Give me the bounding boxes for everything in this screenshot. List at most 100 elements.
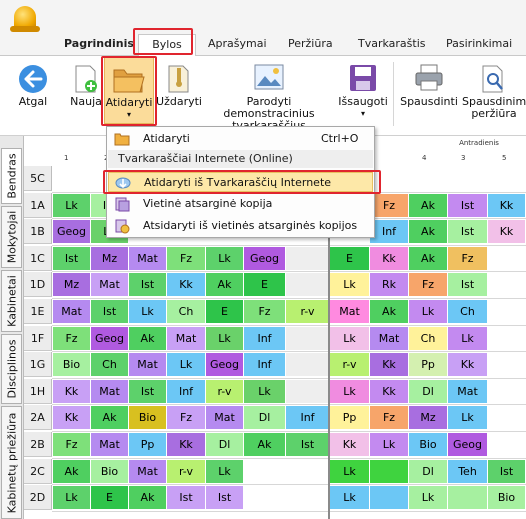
lesson-cell[interactable]: r-v: [286, 300, 330, 323]
lesson-cell[interactable]: Inf: [167, 379, 206, 403]
lesson-cell[interactable]: Lk: [244, 379, 286, 403]
lesson-cell[interactable]: Lk: [409, 300, 448, 323]
lesson-cell[interactable]: Mat: [91, 273, 129, 297]
lesson-cell[interactable]: Lk: [53, 193, 91, 217]
lesson-cell[interactable]: Ak: [129, 326, 167, 350]
lesson-cell[interactable]: Kk: [370, 379, 409, 403]
lesson-cell[interactable]: Kk: [370, 353, 409, 377]
lesson-cell[interactable]: Lk: [330, 326, 370, 350]
lesson-cell[interactable]: Lk: [129, 300, 167, 323]
lesson-cell[interactable]: Mat: [53, 300, 91, 323]
lesson-cell[interactable]: Dl: [206, 433, 244, 456]
lesson-cell[interactable]: r-v: [206, 379, 244, 403]
menu-item-open-backup[interactable]: Atsidaryti iš vietinės atsarginės kopijo…: [108, 216, 373, 236]
lesson-cell[interactable]: Bio: [91, 459, 129, 483]
lesson-cell[interactable]: r-v: [167, 459, 206, 483]
lesson-cell[interactable]: [286, 326, 330, 350]
lesson-cell[interactable]: Ak: [53, 459, 91, 483]
lesson-cell[interactable]: Lk: [330, 379, 370, 403]
vtab-disciplinos[interactable]: Disciplinos: [1, 334, 22, 404]
lesson-cell[interactable]: [488, 246, 526, 270]
lesson-cell[interactable]: Ak: [409, 220, 448, 244]
lesson-cell[interactable]: Kk: [370, 246, 409, 270]
lesson-cell[interactable]: Lk: [370, 433, 409, 456]
lesson-cell[interactable]: r-v: [330, 353, 370, 377]
lesson-cell[interactable]: Geog: [244, 246, 286, 270]
lesson-cell[interactable]: Mat: [91, 433, 129, 456]
lesson-cell[interactable]: [488, 379, 526, 403]
lesson-cell[interactable]: Lk: [206, 326, 244, 350]
lesson-cell[interactable]: Lk: [206, 246, 244, 270]
lesson-cell[interactable]: Kk: [488, 193, 526, 217]
lesson-cell[interactable]: Ist: [167, 486, 206, 510]
app-menu-button[interactable]: [10, 4, 40, 36]
lesson-cell[interactable]: Inf: [244, 326, 286, 350]
lesson-cell[interactable]: Fz: [370, 193, 409, 217]
close-file-button[interactable]: Uždaryti: [156, 56, 202, 134]
lesson-cell[interactable]: Dl: [409, 379, 448, 403]
lesson-cell[interactable]: Kk: [53, 406, 91, 430]
class-row-label[interactable]: 1H: [24, 378, 52, 404]
save-button[interactable]: Išsaugoti ▾: [336, 56, 390, 134]
lesson-cell[interactable]: Lk: [330, 486, 370, 510]
lesson-cell[interactable]: Ak: [409, 193, 448, 217]
lesson-cell[interactable]: Bio: [129, 406, 167, 430]
lesson-cell[interactable]: Ak: [206, 273, 244, 297]
vtab-bendras[interactable]: Bendras: [1, 148, 22, 204]
lesson-cell[interactable]: Ak: [91, 406, 129, 430]
tab-aprasymai[interactable]: Aprašymai: [208, 37, 267, 55]
back-button[interactable]: Atgal: [10, 56, 56, 134]
lesson-cell[interactable]: Geog: [206, 353, 244, 377]
class-row-label[interactable]: 2C: [24, 458, 52, 484]
lesson-cell[interactable]: Pp: [409, 353, 448, 377]
class-row-label[interactable]: 1A: [24, 192, 52, 218]
lesson-cell[interactable]: Kk: [448, 353, 488, 377]
lesson-cell[interactable]: Geog: [53, 220, 91, 244]
class-row-label[interactable]: 2B: [24, 432, 52, 457]
lesson-cell[interactable]: Mat: [129, 246, 167, 270]
lesson-cell[interactable]: Bio: [53, 353, 91, 377]
class-row-label[interactable]: 1B: [24, 219, 52, 245]
lesson-cell[interactable]: Pp: [129, 433, 167, 456]
lesson-cell[interactable]: Ch: [167, 300, 206, 323]
lesson-cell[interactable]: Mz: [53, 273, 91, 297]
lesson-cell[interactable]: Mat: [129, 353, 167, 377]
lesson-cell[interactable]: Kk: [330, 433, 370, 456]
lesson-cell[interactable]: [448, 486, 488, 510]
lesson-cell[interactable]: Fz: [53, 433, 91, 456]
vtab-kabinetu-prieziura[interactable]: Kabinetų priežiūra: [1, 406, 22, 519]
lesson-cell[interactable]: Ak: [409, 246, 448, 270]
lesson-cell[interactable]: Pp: [330, 406, 370, 430]
lesson-cell[interactable]: [488, 406, 526, 430]
lesson-cell[interactable]: Ist: [129, 379, 167, 403]
lesson-cell[interactable]: [286, 246, 330, 270]
lesson-cell[interactable]: Ch: [91, 353, 129, 377]
class-row-label[interactable]: 1F: [24, 325, 52, 351]
lesson-cell[interactable]: Mat: [91, 379, 129, 403]
lesson-cell[interactable]: [488, 273, 526, 297]
lesson-cell[interactable]: Ist: [448, 220, 488, 244]
lesson-cell[interactable]: Teh: [448, 459, 488, 483]
lesson-cell[interactable]: Kk: [488, 220, 526, 244]
print-preview-button[interactable]: Spausdinimo peržiūra: [462, 56, 526, 134]
print-button[interactable]: Spausdinti: [396, 56, 462, 134]
lesson-cell[interactable]: Fz: [409, 273, 448, 297]
lesson-cell[interactable]: Fz: [244, 300, 286, 323]
lesson-cell[interactable]: Lk: [330, 459, 370, 483]
tab-tvarkarastis[interactable]: Tvarkaraštis: [358, 37, 426, 55]
lesson-cell[interactable]: [244, 486, 286, 510]
lesson-cell[interactable]: Inf: [244, 353, 286, 377]
lesson-cell[interactable]: Ist: [286, 433, 330, 456]
lesson-cell[interactable]: Kk: [167, 273, 206, 297]
lesson-cell[interactable]: Ist: [91, 300, 129, 323]
lesson-cell[interactable]: Rk: [370, 273, 409, 297]
lesson-cell[interactable]: E: [244, 273, 286, 297]
tab-pasirinkimai[interactable]: Pasirinkimai: [446, 37, 512, 55]
tab-pagrindinis[interactable]: Pagrindinis: [64, 37, 134, 55]
lesson-cell[interactable]: Ist: [448, 193, 488, 217]
lesson-cell[interactable]: [286, 379, 330, 403]
class-row-label[interactable]: 1C: [24, 245, 52, 271]
lesson-cell[interactable]: Fz: [167, 406, 206, 430]
lesson-cell[interactable]: Lk: [330, 273, 370, 297]
lesson-cell[interactable]: Ist: [53, 246, 91, 270]
